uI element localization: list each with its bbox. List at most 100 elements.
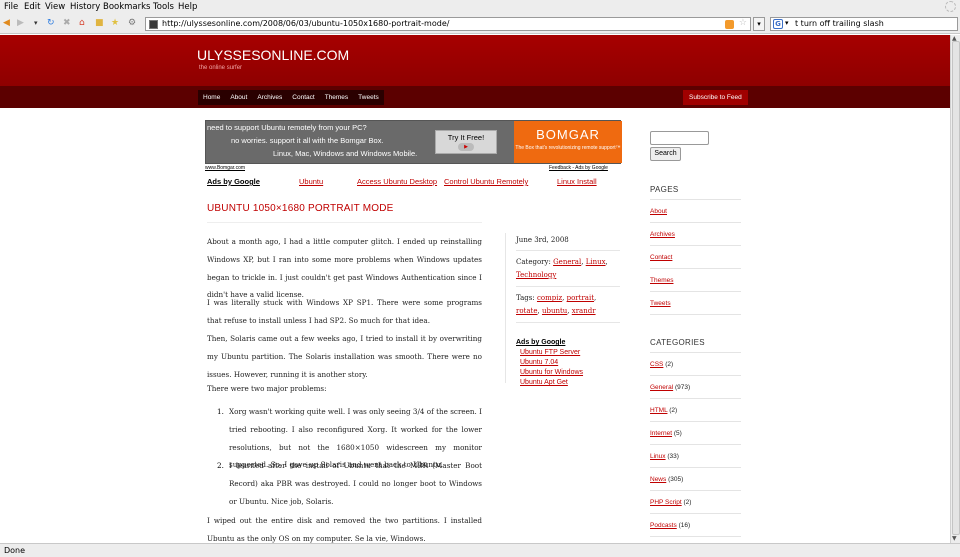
- vertical-scrollbar[interactable]: ▲ ▼: [950, 35, 960, 543]
- page-link-contact[interactable]: Contact: [650, 254, 672, 261]
- side-ad-link[interactable]: Ubuntu for Windows: [516, 368, 583, 378]
- nav-archives[interactable]: Archives: [252, 90, 287, 105]
- history-dropdown-icon[interactable]: ▾: [34, 18, 38, 28]
- sidebar-page-link: Themes: [650, 277, 673, 284]
- banner-ad[interactable]: need to support Ubuntu remotely from you…: [205, 120, 622, 164]
- page-link-about[interactable]: About: [650, 208, 667, 215]
- category-label: Category:: [516, 258, 551, 266]
- home-icon[interactable]: ⌂: [79, 18, 85, 28]
- nav-home[interactable]: Home: [198, 90, 225, 105]
- menu-history[interactable]: History: [70, 2, 100, 12]
- category-count: (5): [673, 430, 682, 437]
- forward-icon[interactable]: ▶: [17, 18, 24, 28]
- ad-link[interactable]: Ubuntu: [299, 177, 323, 186]
- bomgar-subtitle: The Box that's revolutionizing remote su…: [515, 145, 621, 151]
- category-count: (2): [665, 361, 674, 368]
- list-number: 1.: [217, 407, 224, 416]
- sidebar-category: CSS (2): [650, 361, 673, 368]
- side-ad-link[interactable]: Ubuntu 7.04: [516, 358, 583, 368]
- category-link[interactable]: PHP Script: [650, 499, 682, 506]
- divider: [516, 250, 620, 251]
- google-icon[interactable]: G: [773, 19, 783, 29]
- try-it-free-button[interactable]: Try It Free! ▶: [435, 130, 497, 154]
- subscribe-button[interactable]: Subscribe to Feed: [683, 90, 748, 105]
- category-link[interactable]: Linux: [650, 453, 666, 460]
- page-link-tweets[interactable]: Tweets: [650, 300, 671, 307]
- category-link[interactable]: Podcasts: [650, 522, 677, 529]
- category-count: (305): [668, 476, 684, 483]
- url-text: http://ulyssesonline.com/2008/06/03/ubun…: [162, 19, 450, 28]
- post-paragraph: Then, Solaris came out a few weeks ago, …: [207, 334, 482, 379]
- divider: [650, 199, 741, 200]
- menu-tools[interactable]: Tools: [153, 2, 174, 12]
- category-count: (973): [674, 384, 691, 391]
- tag-link[interactable]: ubuntu: [542, 307, 567, 315]
- tag-link[interactable]: compiz: [537, 294, 562, 302]
- site-title[interactable]: ULYSSESONLINE.COM: [197, 47, 349, 63]
- search-box[interactable]: G t turn off trailing slash: [770, 17, 958, 31]
- page-link-archives[interactable]: Archives: [650, 231, 675, 238]
- nav-tweets[interactable]: Tweets: [353, 90, 384, 105]
- ad-line-2: no worries. support it all with the Bomg…: [231, 136, 384, 145]
- reload-icon[interactable]: ↻: [47, 18, 55, 28]
- back-icon[interactable]: ◀: [3, 18, 10, 28]
- category-link[interactable]: General: [650, 384, 673, 391]
- post-title[interactable]: UBUNTU 1050×1680 PORTRAIT MODE: [207, 203, 394, 214]
- side-ad-link[interactable]: Ubuntu Apt Get: [516, 378, 583, 388]
- address-bar[interactable]: http://ulyssesonline.com/2008/06/03/ubun…: [145, 17, 751, 31]
- scroll-down-icon[interactable]: ▼: [952, 535, 957, 542]
- sidebar-page-link: About: [650, 208, 667, 215]
- ad-link[interactable]: Access Ubuntu Desktop: [357, 177, 437, 186]
- folder-icon[interactable]: ■: [95, 18, 104, 28]
- sidebar-search-button[interactable]: Search: [650, 147, 681, 161]
- sidebar-page-link: Tweets: [650, 300, 671, 307]
- status-bar: Done: [0, 543, 960, 557]
- nav-contact[interactable]: Contact: [287, 90, 319, 105]
- side-ads-label[interactable]: Ads by Google: [516, 338, 583, 348]
- page-link-themes[interactable]: Themes: [650, 277, 673, 284]
- ad-feedback-link[interactable]: Feedback - Ads by Google: [549, 165, 608, 171]
- ads-by-google-label[interactable]: Ads by Google: [207, 177, 260, 186]
- url-dropdown-icon[interactable]: ▾: [753, 17, 765, 31]
- tag-link[interactable]: xrandr: [572, 307, 596, 315]
- side-ad-link[interactable]: Ubuntu FTP Server: [516, 348, 583, 358]
- bookmark-icon[interactable]: ★: [111, 18, 119, 28]
- site-tagline: the online surfer: [199, 65, 243, 71]
- sidebar-page-link: Archives: [650, 231, 675, 238]
- category-link[interactable]: Internet: [650, 430, 672, 437]
- divider: [650, 352, 741, 353]
- category-link[interactable]: News: [650, 476, 666, 483]
- category-link[interactable]: CSS: [650, 361, 663, 368]
- ad-url-link[interactable]: www.Bomgar.com: [205, 165, 245, 171]
- menu-view[interactable]: View: [45, 2, 65, 12]
- gear-icon[interactable]: ⚙: [128, 18, 136, 28]
- divider: [650, 536, 741, 537]
- stop-icon[interactable]: ✖: [63, 18, 71, 28]
- category-link[interactable]: General: [553, 258, 581, 266]
- sidebar-category: News (305): [650, 476, 683, 483]
- category-link[interactable]: Technology: [516, 271, 556, 279]
- sidebar-page-link: Contact: [650, 254, 672, 261]
- menu-bar: File Edit View History Bookmarks Tools H…: [0, 0, 960, 14]
- menu-edit[interactable]: Edit: [24, 2, 40, 12]
- bomgar-logo[interactable]: BOMGAR The Box that's revolutionizing re…: [514, 121, 622, 163]
- sidebar-search-input[interactable]: [650, 131, 709, 145]
- scrollbar-thumb[interactable]: [952, 41, 960, 535]
- menu-bookmarks[interactable]: Bookmarks: [103, 2, 151, 12]
- tag-link[interactable]: rotate: [516, 307, 538, 315]
- site-nav-bar: Home About Archives Contact Themes Tweet…: [0, 86, 950, 108]
- nav-themes[interactable]: Themes: [320, 90, 353, 105]
- star-icon[interactable]: ☆: [739, 18, 747, 28]
- ad-link[interactable]: Control Ubuntu Remotely: [444, 177, 528, 186]
- nav-about[interactable]: About: [225, 90, 252, 105]
- category-link[interactable]: Linux: [586, 258, 606, 266]
- category-link[interactable]: HTML: [650, 407, 667, 414]
- rss-icon[interactable]: [725, 20, 734, 29]
- tag-link[interactable]: portrait: [567, 294, 594, 302]
- divider: [650, 291, 741, 292]
- divider: [505, 233, 506, 383]
- ad-link[interactable]: Linux Install: [557, 177, 597, 186]
- bomgar-brand: BOMGAR: [536, 127, 600, 142]
- menu-help[interactable]: Help: [178, 2, 197, 12]
- menu-file[interactable]: File: [4, 2, 18, 12]
